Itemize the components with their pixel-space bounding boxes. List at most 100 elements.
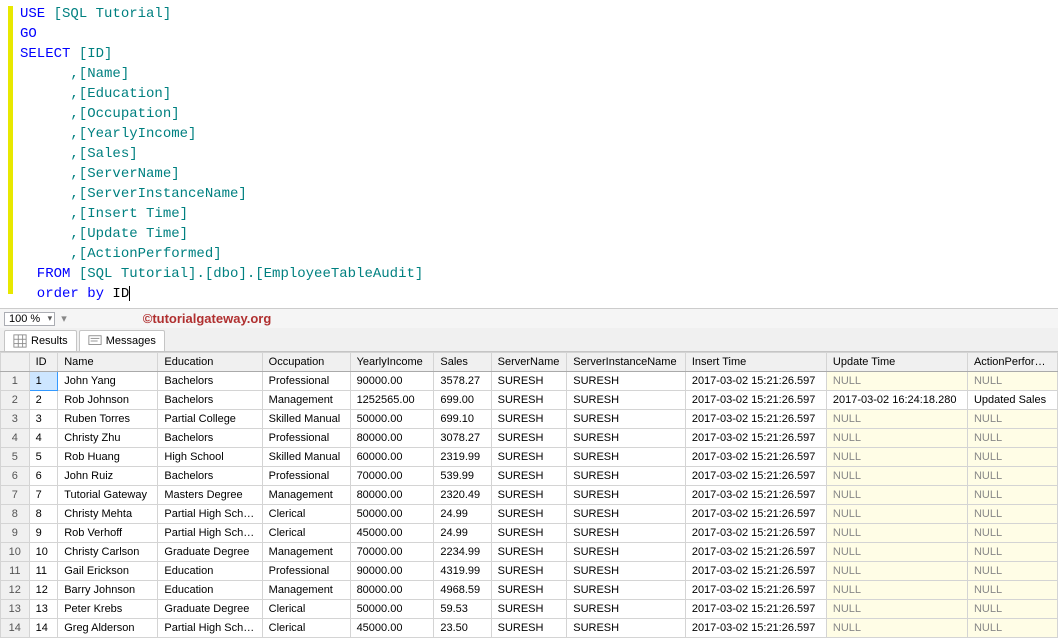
- cell-actionperformed[interactable]: NULL: [967, 562, 1057, 581]
- cell-servername[interactable]: SURESH: [491, 448, 567, 467]
- table-row[interactable]: 55Rob HuangHigh SchoolSkilled Manual6000…: [1, 448, 1058, 467]
- cell-sales[interactable]: 59.53: [434, 600, 491, 619]
- table-row[interactable]: 33Ruben TorresPartial CollegeSkilled Man…: [1, 410, 1058, 429]
- cell-education[interactable]: Partial High School: [158, 619, 262, 638]
- cell-yearlyincome[interactable]: 80000.00: [350, 486, 434, 505]
- cell-name[interactable]: Rob Huang: [58, 448, 158, 467]
- cell-serverinstancename[interactable]: SURESH: [567, 486, 686, 505]
- cell-sales[interactable]: 24.99: [434, 524, 491, 543]
- cell-id[interactable]: 13: [29, 600, 58, 619]
- cell-yearlyincome[interactable]: 50000.00: [350, 410, 434, 429]
- cell-yearlyincome[interactable]: 90000.00: [350, 372, 434, 391]
- cell-actionperformed[interactable]: NULL: [967, 467, 1057, 486]
- cell-sales[interactable]: 2234.99: [434, 543, 491, 562]
- cell-actionperformed[interactable]: NULL: [967, 619, 1057, 638]
- cell-serverinstancename[interactable]: SURESH: [567, 600, 686, 619]
- cell-education[interactable]: Education: [158, 562, 262, 581]
- cell-id[interactable]: 2: [29, 391, 58, 410]
- cell-occupation[interactable]: Clerical: [262, 524, 350, 543]
- cell-yearlyincome[interactable]: 80000.00: [350, 429, 434, 448]
- cell-sales[interactable]: 3078.27: [434, 429, 491, 448]
- row-header[interactable]: 1: [1, 372, 30, 391]
- cell-servername[interactable]: SURESH: [491, 543, 567, 562]
- cell-serverinstancename[interactable]: SURESH: [567, 467, 686, 486]
- cell-id[interactable]: 7: [29, 486, 58, 505]
- cell-id[interactable]: 9: [29, 524, 58, 543]
- cell-yearlyincome[interactable]: 70000.00: [350, 467, 434, 486]
- cell-actionperformed[interactable]: NULL: [967, 543, 1057, 562]
- col-header-education[interactable]: Education: [158, 353, 262, 372]
- cell-name[interactable]: Christy Carlson: [58, 543, 158, 562]
- table-row[interactable]: 77Tutorial GatewayMasters DegreeManageme…: [1, 486, 1058, 505]
- cell-serverinstancename[interactable]: SURESH: [567, 543, 686, 562]
- cell-updatetime[interactable]: NULL: [826, 505, 967, 524]
- table-row[interactable]: 22Rob JohnsonBachelorsManagement1252565.…: [1, 391, 1058, 410]
- cell-servername[interactable]: SURESH: [491, 562, 567, 581]
- cell-name[interactable]: John Ruiz: [58, 467, 158, 486]
- cell-education[interactable]: Bachelors: [158, 372, 262, 391]
- table-row[interactable]: 88Christy MehtaPartial High SchoolCleric…: [1, 505, 1058, 524]
- cell-education[interactable]: Graduate Degree: [158, 543, 262, 562]
- col-header-updatetime[interactable]: Update Time: [826, 353, 967, 372]
- cell-updatetime[interactable]: NULL: [826, 619, 967, 638]
- cell-actionperformed[interactable]: Updated Sales: [967, 391, 1057, 410]
- cell-inserttime[interactable]: 2017-03-02 15:21:26.597: [685, 619, 826, 638]
- cell-id[interactable]: 5: [29, 448, 58, 467]
- cell-education[interactable]: Education: [158, 581, 262, 600]
- cell-name[interactable]: Gail Erickson: [58, 562, 158, 581]
- cell-name[interactable]: Peter Krebs: [58, 600, 158, 619]
- col-header-id[interactable]: ID: [29, 353, 58, 372]
- cell-sales[interactable]: 3578.27: [434, 372, 491, 391]
- cell-servername[interactable]: SURESH: [491, 600, 567, 619]
- row-header[interactable]: 12: [1, 581, 30, 600]
- table-row[interactable]: 66John RuizBachelorsProfessional70000.00…: [1, 467, 1058, 486]
- cell-servername[interactable]: SURESH: [491, 581, 567, 600]
- row-header[interactable]: 6: [1, 467, 30, 486]
- cell-inserttime[interactable]: 2017-03-02 15:21:26.597: [685, 391, 826, 410]
- cell-serverinstancename[interactable]: SURESH: [567, 505, 686, 524]
- cell-occupation[interactable]: Management: [262, 391, 350, 410]
- cell-updatetime[interactable]: NULL: [826, 600, 967, 619]
- cell-actionperformed[interactable]: NULL: [967, 372, 1057, 391]
- cell-name[interactable]: Christy Mehta: [58, 505, 158, 524]
- col-header-inserttime[interactable]: Insert Time: [685, 353, 826, 372]
- cell-serverinstancename[interactable]: SURESH: [567, 372, 686, 391]
- cell-servername[interactable]: SURESH: [491, 467, 567, 486]
- cell-name[interactable]: Rob Johnson: [58, 391, 158, 410]
- table-row[interactable]: 11John YangBachelorsProfessional90000.00…: [1, 372, 1058, 391]
- cell-id[interactable]: 3: [29, 410, 58, 429]
- cell-sales[interactable]: 699.10: [434, 410, 491, 429]
- cell-occupation[interactable]: Clerical: [262, 505, 350, 524]
- cell-name[interactable]: Greg Alderson: [58, 619, 158, 638]
- cell-serverinstancename[interactable]: SURESH: [567, 448, 686, 467]
- corner-cell[interactable]: [1, 353, 30, 372]
- cell-serverinstancename[interactable]: SURESH: [567, 524, 686, 543]
- row-header[interactable]: 14: [1, 619, 30, 638]
- cell-serverinstancename[interactable]: SURESH: [567, 391, 686, 410]
- cell-id[interactable]: 10: [29, 543, 58, 562]
- col-header-name[interactable]: Name: [58, 353, 158, 372]
- row-header[interactable]: 4: [1, 429, 30, 448]
- cell-servername[interactable]: SURESH: [491, 619, 567, 638]
- col-header-actionperformed[interactable]: ActionPerformed: [967, 353, 1057, 372]
- cell-education[interactable]: Partial College: [158, 410, 262, 429]
- sql-editor[interactable]: USE [SQL Tutorial] GO SELECT [ID] ,[Name…: [0, 0, 1058, 308]
- cell-yearlyincome[interactable]: 60000.00: [350, 448, 434, 467]
- cell-servername[interactable]: SURESH: [491, 372, 567, 391]
- cell-occupation[interactable]: Management: [262, 486, 350, 505]
- cell-yearlyincome[interactable]: 45000.00: [350, 524, 434, 543]
- cell-servername[interactable]: SURESH: [491, 486, 567, 505]
- cell-inserttime[interactable]: 2017-03-02 15:21:26.597: [685, 372, 826, 391]
- cell-serverinstancename[interactable]: SURESH: [567, 562, 686, 581]
- cell-actionperformed[interactable]: NULL: [967, 448, 1057, 467]
- cell-yearlyincome[interactable]: 80000.00: [350, 581, 434, 600]
- cell-name[interactable]: Tutorial Gateway: [58, 486, 158, 505]
- cell-id[interactable]: 12: [29, 581, 58, 600]
- results-grid[interactable]: ID Name Education Occupation YearlyIncom…: [0, 352, 1058, 638]
- table-row[interactable]: 1010Christy CarlsonGraduate DegreeManage…: [1, 543, 1058, 562]
- cell-serverinstancename[interactable]: SURESH: [567, 581, 686, 600]
- cell-updatetime[interactable]: NULL: [826, 543, 967, 562]
- cell-education[interactable]: Bachelors: [158, 391, 262, 410]
- cell-occupation[interactable]: Professional: [262, 562, 350, 581]
- cell-updatetime[interactable]: NULL: [826, 562, 967, 581]
